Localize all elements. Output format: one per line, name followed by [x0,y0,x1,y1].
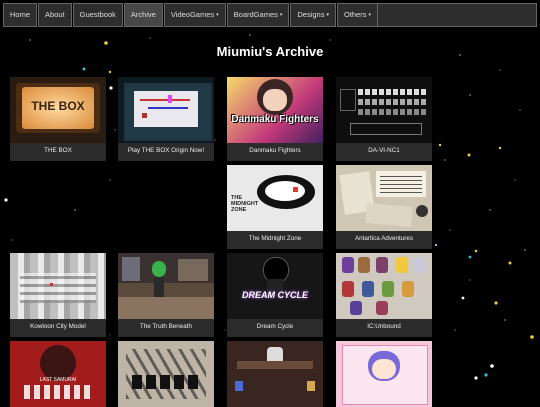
card-thumbnail [118,341,214,407]
card-row4-4[interactable] [336,341,432,407]
thumbnail-art-text: DREAM CYCLE [241,290,308,300]
card-dream-cycle[interactable]: DREAM CYCLE Dream Cycle [227,253,323,337]
card-caption: Danmaku Fighters [227,143,323,161]
card-thumbnail [118,77,214,143]
thumbnail-art-text: LAST SAMURAI [39,377,77,383]
card-caption: Antartica Adventures [336,231,432,249]
nav-boardgames[interactable]: BoardGames ▾ [226,3,290,27]
card-kowloon-city-model[interactable]: Kowloon City Model [10,253,106,337]
card-caption: The Truth Beneath [118,319,214,337]
card-thumbnail [118,253,214,319]
card-antartica-adventures[interactable]: Antartica Adventures [336,165,432,249]
chevron-down-icon: ▾ [216,12,219,19]
card-thumbnail: THE MIDNIGHT ZONE [227,165,323,231]
nav-bar-background [360,3,537,27]
card-ic-unbound[interactable]: IC:Unbound [336,253,432,337]
card-the-box-origin[interactable]: Play THE BOX Origin Now! [118,77,214,161]
card-thumbnail [227,341,323,407]
thumbnail-art-text: THE MIDNIGHT ZONE [231,195,259,213]
card-the-box[interactable]: THE BOX THE BOX [10,77,106,161]
card-thumbnail [336,165,432,231]
top-nav: Home About Guestbook Archive VideoGames ▾… [3,3,379,27]
nav-designs[interactable]: Designs ▾ [290,3,336,27]
card-row4-2[interactable] [118,341,214,407]
card-truth-beneath[interactable]: The Truth Beneath [118,253,214,337]
card-caption: Dream Cycle [227,319,323,337]
thumbnail-art-text: Danmaku Fighters [231,114,319,125]
card-caption: IC:Unbound [336,319,432,337]
card-da-vi-nc1[interactable]: DA-VI-NC1 [336,77,432,161]
card-last-samurai[interactable]: LAST SAMURAI [10,341,106,407]
card-thumbnail: LAST SAMURAI [10,341,106,407]
nav-boardgames-label: BoardGames [233,10,278,19]
nav-home-label: Home [10,10,31,19]
card-caption: DA-VI-NC1 [336,143,432,161]
nav-videogames[interactable]: VideoGames ▾ [163,3,226,27]
chevron-down-icon: ▾ [326,12,329,19]
card-thumbnail [336,253,432,319]
card-thumbnail [336,77,432,143]
card-thumbnail: DREAM CYCLE [227,253,323,319]
chevron-down-icon: ▾ [368,12,372,19]
nav-others[interactable]: Others ▾ [337,3,379,27]
card-thumbnail [10,253,106,319]
nav-guestbook[interactable]: Guestbook [72,3,123,27]
card-danmaku-fighters[interactable]: Danmaku Fighters Danmaku Fighters [227,77,323,161]
nav-archive[interactable]: Archive [123,3,163,27]
card-caption: THE BOX [10,143,106,161]
nav-home[interactable]: Home [3,3,38,27]
card-caption: The Midnight Zone [227,231,323,249]
nav-archive-label: Archive [130,10,156,19]
thumbnail-art-text: THE BOX [31,99,85,113]
page-title: Miumiu's Archive [216,44,324,59]
nav-guestbook-label: Guestbook [79,10,116,19]
card-row4-3[interactable] [227,341,323,407]
card-caption: Play THE BOX Origin Now! [118,143,214,161]
nav-about[interactable]: About [38,3,72,27]
card-thumbnail [336,341,432,407]
nav-videogames-label: VideoGames [170,10,215,19]
nav-others-label: Others [344,10,367,19]
card-caption: Kowloon City Model [10,319,106,337]
card-thumbnail: Danmaku Fighters [227,77,323,143]
chevron-down-icon: ▾ [279,12,283,19]
card-thumbnail: THE BOX [10,77,106,143]
nav-about-label: About [45,10,65,19]
nav-designs-label: Designs [297,10,325,19]
card-midnight-zone[interactable]: THE MIDNIGHT ZONE The Midnight Zone [227,165,323,249]
